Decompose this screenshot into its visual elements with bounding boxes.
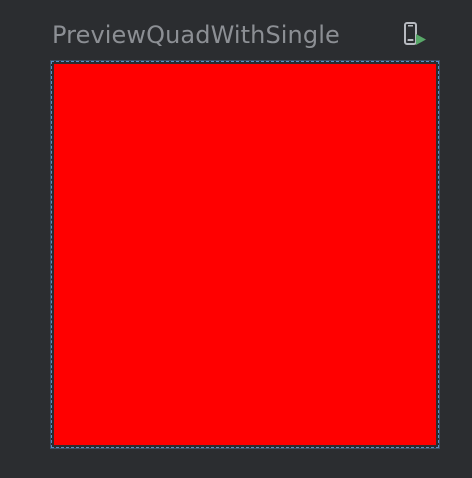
preview-frame[interactable] (51, 61, 439, 448)
deploy-to-device-icon (400, 20, 430, 50)
compose-preview-pane: PreviewQuadWithSingle (0, 0, 472, 478)
deploy-preview-button[interactable] (400, 20, 430, 50)
preview-title: PreviewQuadWithSingle (52, 21, 340, 49)
red-box-preview (54, 64, 436, 445)
